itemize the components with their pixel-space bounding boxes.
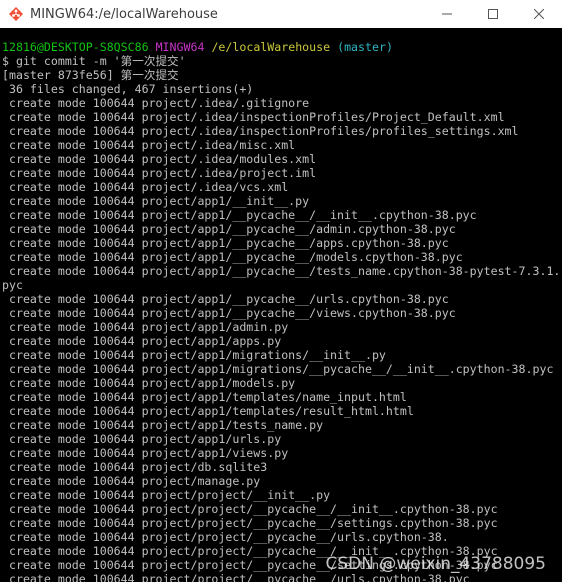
terminal-line: create mode 100644 project/.idea/misc.xm… [2,138,296,152]
terminal-line: create mode 100644 project/app1/migratio… [2,362,554,376]
terminal-line: create mode 100644 project/app1/__pycach… [2,208,477,222]
terminal-line: create mode 100644 project/manage.py [2,474,261,488]
close-button[interactable] [516,0,562,28]
terminal-line: create mode 100644 project/app1/tests_na… [2,418,324,432]
terminal-line: create mode 100644 project/project/__pyc… [2,516,498,530]
maximize-icon [488,9,498,19]
prompt-line: 12816@DESKTOP-S8QSC86 MINGW64 /e/localWa… [2,40,562,54]
terminal-output[interactable]: 12816@DESKTOP-S8QSC86 MINGW64 /e/localWa… [0,40,562,582]
minimize-button[interactable] [424,0,470,28]
terminal-window[interactable]: MINGW64:/e/localWarehouse 12816@DESKTOP-… [0,0,562,582]
prompt-shell: MINGW64 [155,40,205,54]
terminal-line: create mode 100644 project/app1/migratio… [2,348,386,362]
close-icon [534,9,544,19]
maximize-button[interactable] [470,0,516,28]
terminal-line: create mode 100644 project/db.sqlite3 [2,460,268,474]
terminal-line: create mode 100644 project/.idea/modules… [2,152,317,166]
terminal-line: $ git commit -m '第一次提交' [2,54,186,68]
terminal-line: [master 873fe56] 第一次提交 [2,68,179,82]
terminal-line: create mode 100644 project/app1/__pycach… [2,222,456,236]
terminal-line: 36 files changed, 467 insertions(+) [2,82,254,96]
terminal-line: create mode 100644 project/app1/__pycach… [2,264,561,278]
terminal-line: create mode 100644 project/.idea/inspect… [2,110,505,124]
terminal-line: create mode 100644 project/project/__pyc… [2,530,449,544]
terminal-line: create mode 100644 project/app1/apps.py [2,334,282,348]
terminal-line: create mode 100644 project/.idea/vcs.xml [2,180,289,194]
terminal-line: create mode 100644 project/.idea/project… [2,166,317,180]
terminal-line: create mode 100644 project/app1/__pycach… [2,306,456,320]
csdn-watermark: CSDN @weixin_43788095 [325,554,546,574]
window-title: MINGW64:/e/localWarehouse [30,6,218,22]
terminal-line: create mode 100644 project/app1/admin.py [2,320,289,334]
terminal-line: create mode 100644 project/.idea/inspect… [2,124,519,138]
prompt-path: /e/localWarehouse [211,40,331,54]
terminal-line: create mode 100644 project/app1/__pycach… [2,236,449,250]
output-lines: $ git commit -m '第一次提交' [master 873fe56] … [2,54,562,582]
terminal-line: pyc [2,278,23,292]
terminal-line: create mode 100644 project/app1/models.p… [2,376,296,390]
terminal-line: create mode 100644 project/app1/urls.py [2,432,282,446]
prompt-branch: (master) [337,40,393,54]
terminal-line: create mode 100644 project/app1/views.py [2,446,289,460]
title-bar[interactable]: MINGW64:/e/localWarehouse [0,0,562,28]
terminal-line: create mode 100644 project/project/__pyc… [2,502,498,516]
terminal-line: create mode 100644 project/app1/__pycach… [2,250,463,264]
terminal-line: create mode 100644 project/app1/__pycach… [2,292,449,306]
prompt-user-host: 12816@DESKTOP-S8QSC86 [2,40,149,54]
terminal-line: create mode 100644 project/app1/template… [2,404,414,418]
terminal-line: create mode 100644 project/.idea/.gitign… [2,96,310,110]
terminal-line: create mode 100644 project/app1/template… [2,390,407,404]
terminal-line: create mode 100644 project/project/__ini… [2,488,331,502]
minimize-icon [442,13,452,15]
terminal-line: create mode 100644 project/app1/__init__… [2,194,310,208]
mingw-app-icon [8,6,24,22]
